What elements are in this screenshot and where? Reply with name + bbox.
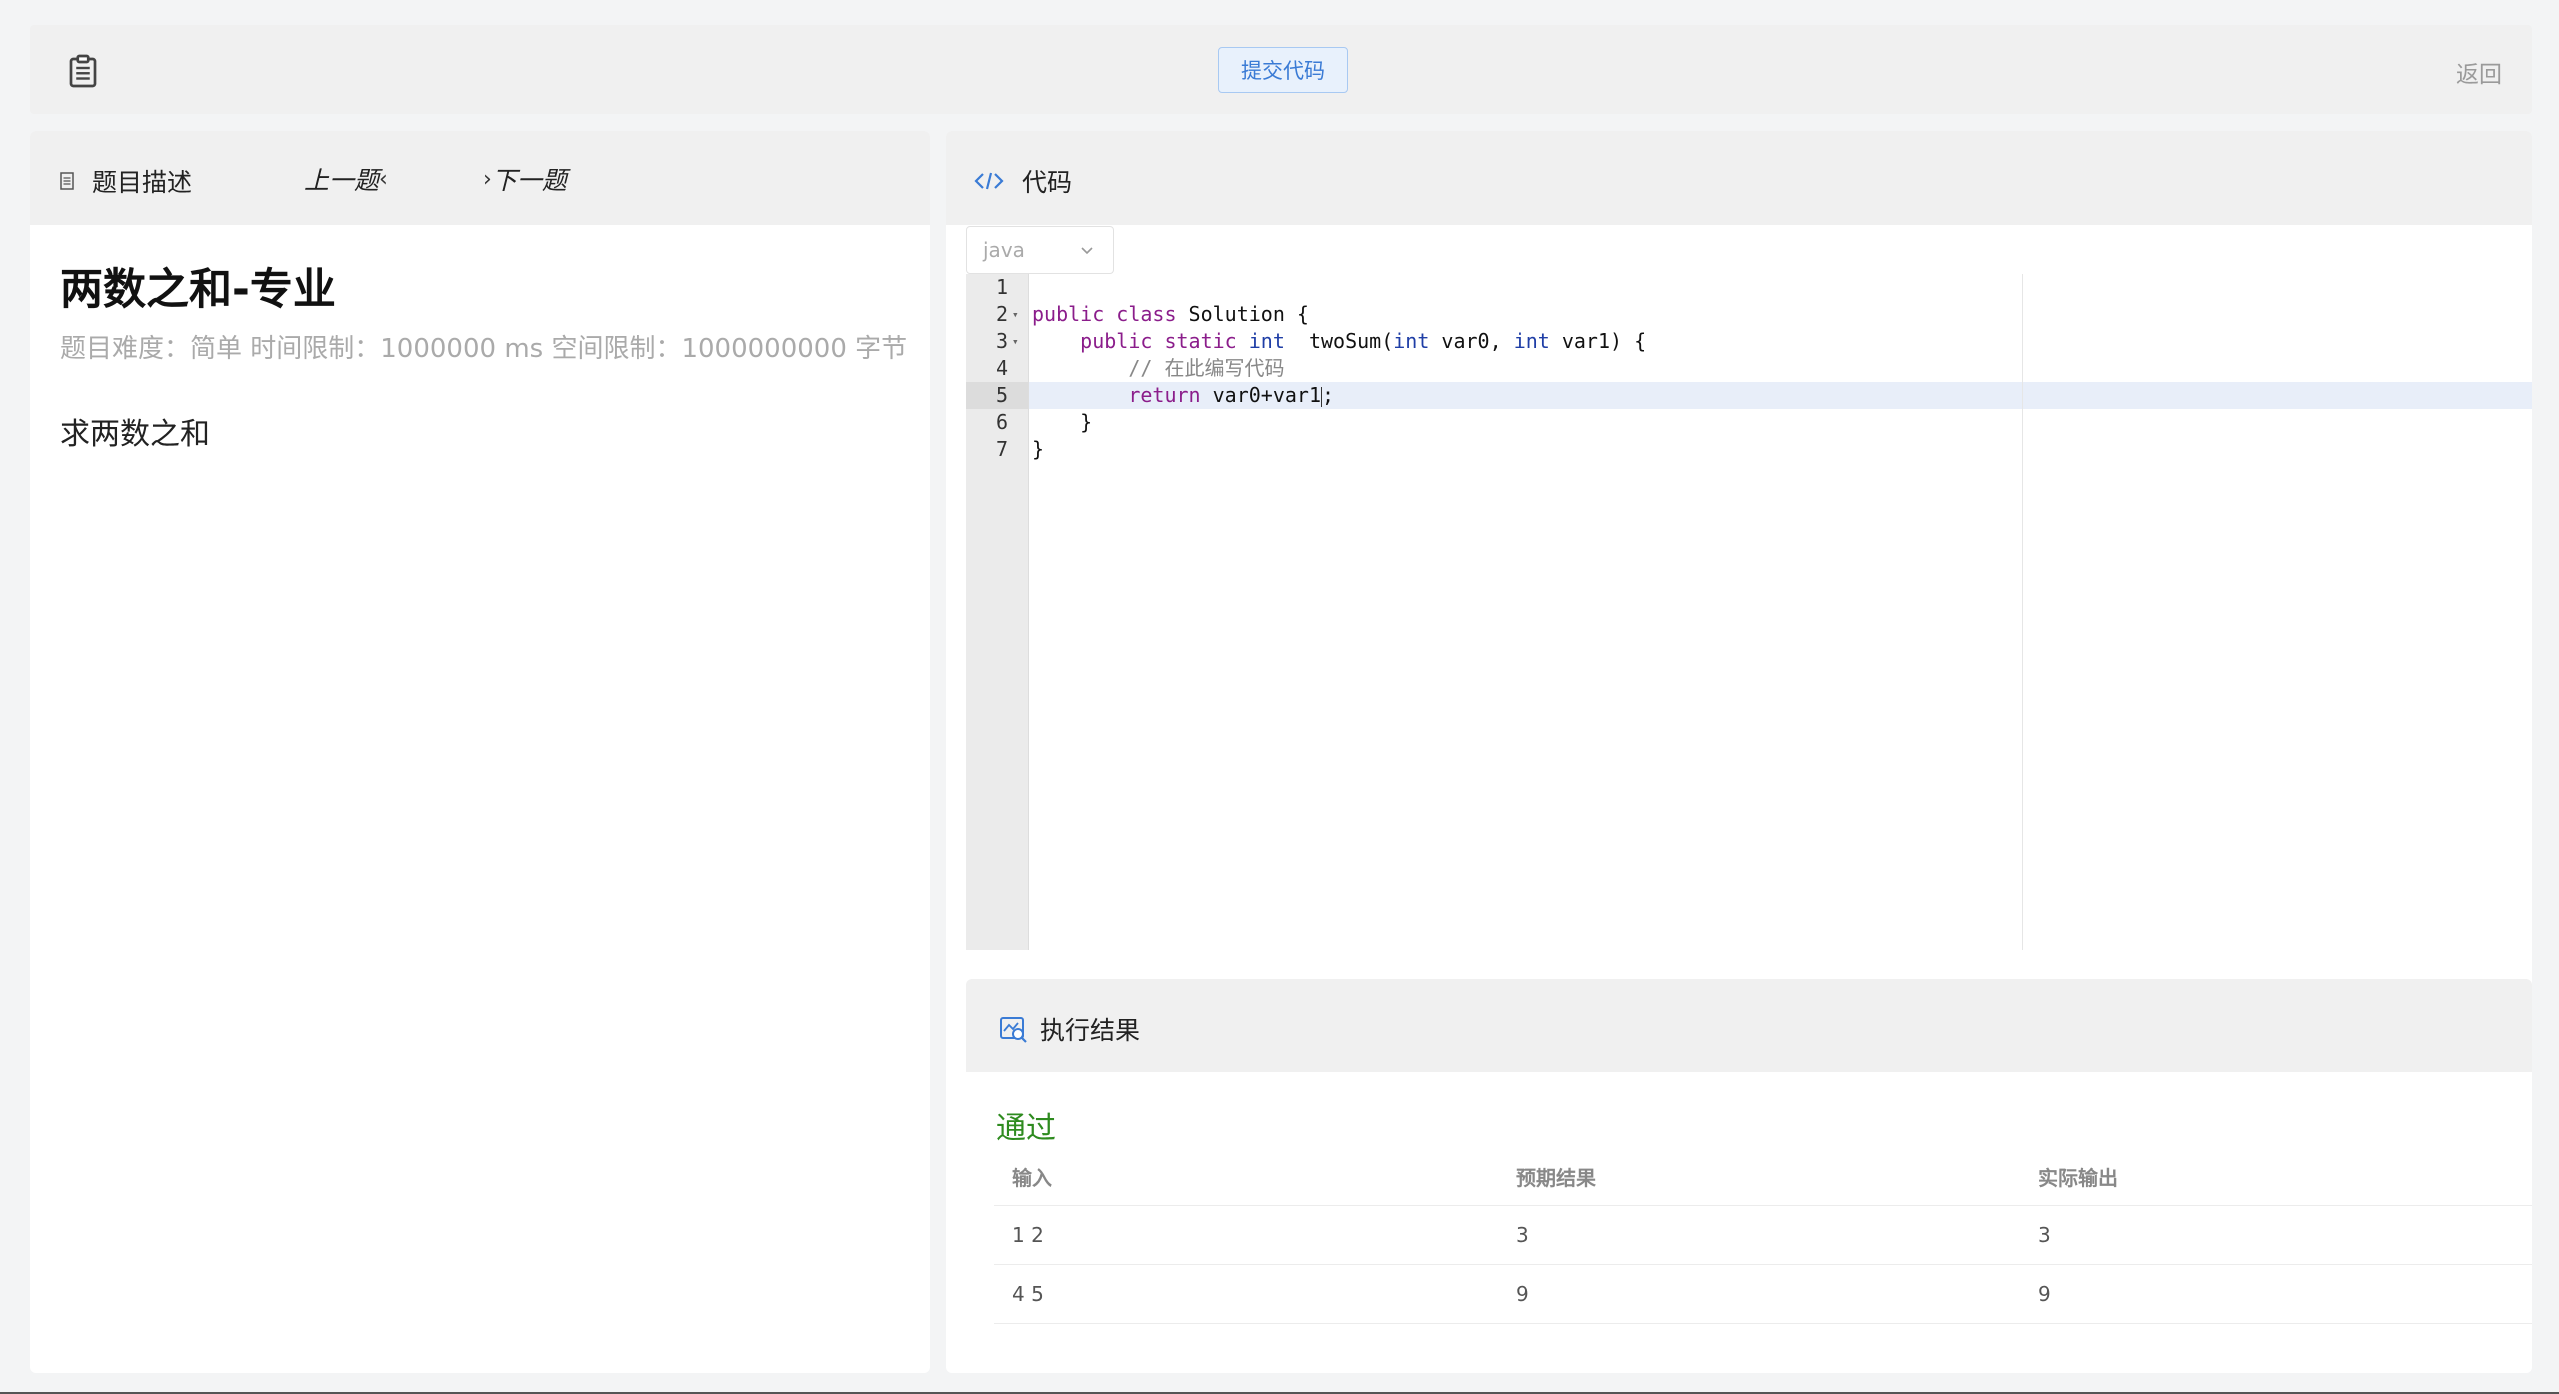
line-number: 3: [995, 329, 1008, 353]
code-icon: [974, 172, 1004, 190]
line-number: 6: [995, 410, 1008, 434]
problem-panel: 题目描述 上一题 ‹ › 下一题 两数之和-专业 题目难度：简单 时间限制：10…: [30, 131, 930, 1373]
code-line: public class Solution {: [1032, 302, 1309, 326]
tab-description[interactable]: 题目描述: [60, 163, 192, 199]
next-problem-link[interactable]: › 下一题: [483, 161, 567, 197]
fold-toggle-icon[interactable]: ▾: [1012, 301, 1019, 328]
result-status: 通过: [996, 1111, 1056, 1146]
prev-problem-link[interactable]: 上一题 ‹: [304, 161, 388, 197]
code-line: // 在此编写代码: [1128, 356, 1285, 380]
submit-code-button[interactable]: 提交代码: [1218, 47, 1348, 93]
problem-meta: 题目难度：简单 时间限制：1000000 ms 空间限制：1000000000 …: [60, 334, 908, 364]
fold-toggle-icon[interactable]: ▾: [1012, 328, 1019, 355]
column-header-actual: 实际输出: [2038, 1165, 2118, 1190]
table-cell: 3: [1516, 1223, 1529, 1247]
code-title-label: 代码: [1022, 168, 1073, 197]
next-problem-label: 下一题: [491, 166, 567, 195]
result-title: 执行结果: [998, 1011, 1140, 1047]
clipboard-icon[interactable]: [65, 53, 101, 89]
text-cursor: [1321, 386, 1322, 407]
line-number: 1: [995, 275, 1008, 299]
chevron-left-icon: ‹: [379, 166, 388, 192]
table-row: 4 5 9 9: [994, 1265, 2532, 1324]
result-header: 执行结果: [966, 979, 2532, 1072]
table-cell: 9: [2038, 1282, 2051, 1306]
doc-icon: [60, 172, 74, 190]
chevron-right-icon: ›: [483, 166, 492, 192]
result-table: 输入 预期结果 实际输出 1 2 3 3 4 5 9 9: [994, 1147, 2532, 1324]
result-title-label: 执行结果: [1040, 1016, 1141, 1045]
table-cell: 4 5: [1012, 1282, 1044, 1306]
top-toolbar: 提交代码 返回: [30, 25, 2532, 114]
line-number: 5: [995, 383, 1008, 407]
column-header-expected: 预期结果: [1516, 1165, 1596, 1190]
problem-body: 求两数之和: [60, 417, 210, 452]
line-number: 4: [995, 356, 1008, 380]
result-panel: 执行结果 通过 输入 预期结果 实际输出 1 2 3 3 4 5 9 9: [966, 979, 2532, 1373]
tab-description-label: 题目描述: [92, 168, 193, 197]
back-link[interactable]: 返回: [2456, 55, 2502, 89]
code-line: return var0+var1;: [1128, 383, 1335, 407]
column-header-input: 输入: [1012, 1165, 1052, 1190]
table-row: 1 2 3 3: [994, 1206, 2532, 1265]
table-cell: 1 2: [1012, 1223, 1044, 1247]
code-title: 代码: [974, 163, 1072, 199]
code-editor[interactable]: 1 2 3 4 5 6 7 ▾ ▾ public class Solution …: [966, 274, 2532, 950]
code-panel: 代码 java 1 2 3 4 5 6 7 ▾ ▾ public class S…: [946, 131, 2532, 1373]
code-line: }: [1032, 437, 1045, 461]
table-header-row: 输入 预期结果 实际输出: [994, 1147, 2532, 1206]
line-number: 7: [995, 437, 1008, 461]
table-cell: 9: [1516, 1282, 1529, 1306]
problem-header: 题目描述 上一题 ‹ › 下一题: [30, 131, 930, 225]
language-select[interactable]: java: [966, 226, 1114, 274]
line-number: 2: [995, 302, 1008, 326]
table-cell: 3: [2038, 1223, 2051, 1247]
code-line: }: [1032, 410, 1093, 434]
code-header: 代码: [946, 131, 2532, 225]
problem-title: 两数之和-专业: [60, 265, 336, 315]
language-select-value: java: [983, 238, 1025, 262]
code-line: public static int twoSum(int var0, int v…: [1080, 329, 1647, 353]
print-margin: [2022, 274, 2023, 950]
chevron-down-icon: [1081, 247, 1093, 255]
result-search-icon: [1000, 1017, 1027, 1043]
prev-problem-label: 上一题: [304, 166, 380, 195]
